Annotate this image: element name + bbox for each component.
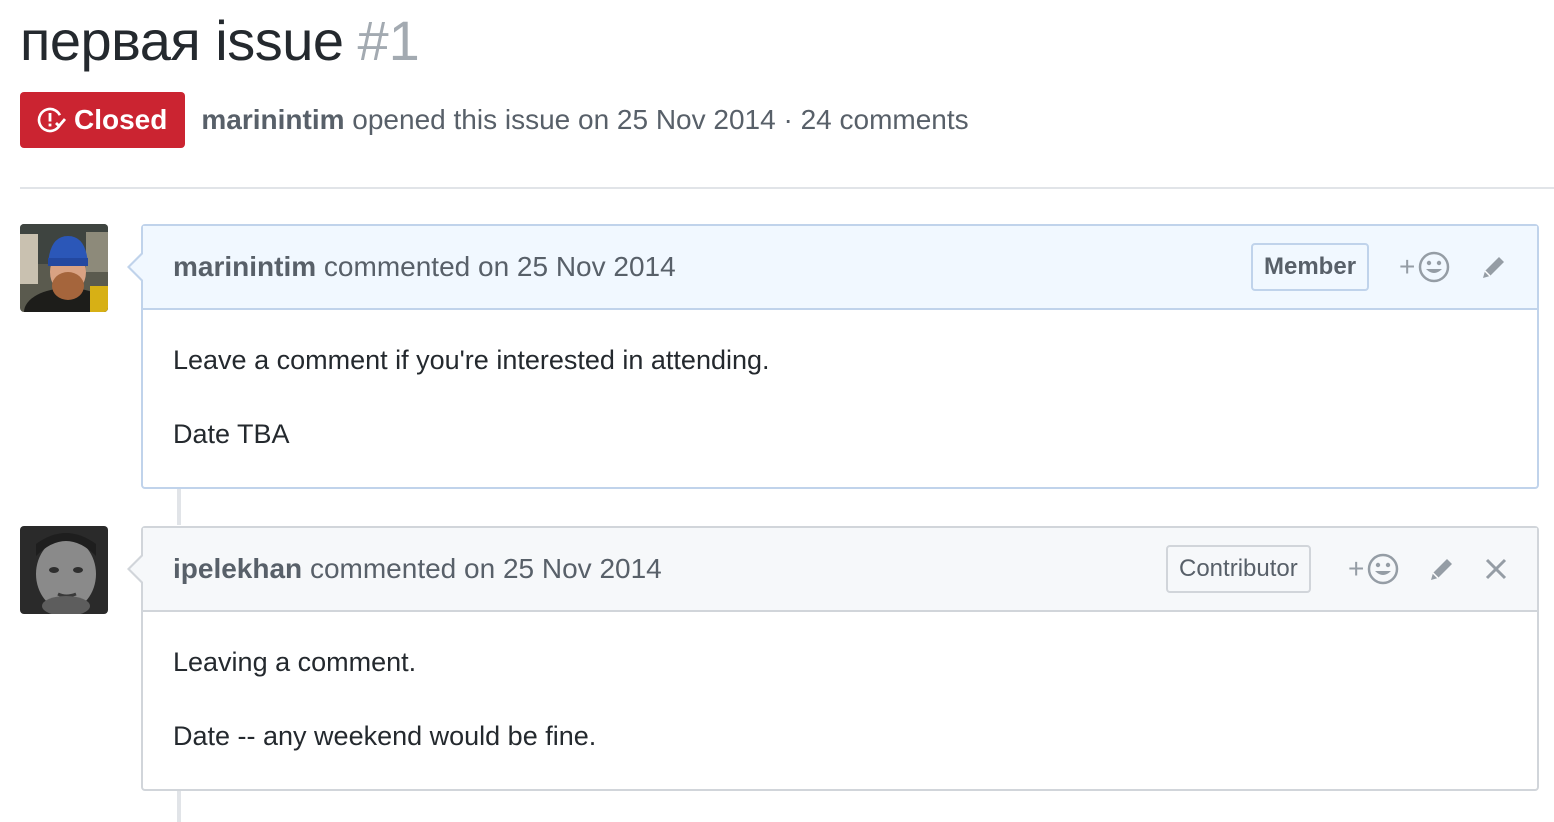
avatar-marinintim[interactable] (20, 224, 108, 312)
comment-1-body: Leave a comment if you're interested in … (143, 310, 1537, 483)
member-label: Member (1251, 243, 1370, 291)
delete-x-icon[interactable] (1484, 550, 1508, 588)
timeline-connector (177, 489, 181, 525)
comment-caret (127, 252, 143, 282)
comment-body-paragraph: Leaving a comment. (173, 647, 417, 677)
contributor-label: Contributor (1166, 545, 1311, 593)
add-reaction-icon[interactable]: + (1399, 248, 1451, 286)
issue-title: первая issue (20, 9, 344, 72)
issue-closed-icon (37, 107, 66, 133)
comment-1-meta: marinintim commented on 25 Nov 2014 (173, 251, 676, 283)
issue-opened-text: marinintim opened this issue on 25 Nov 2… (201, 104, 968, 136)
edit-pencil-icon[interactable] (1427, 550, 1457, 588)
comment-body-paragraph: Date -- any weekend would be fine. (173, 721, 597, 751)
comment-2: ipelekhan commented on 25 Nov 2014 Contr… (127, 526, 1539, 791)
add-reaction-icon[interactable]: + (1348, 550, 1400, 588)
comment-caret (127, 554, 143, 584)
edit-pencil-icon[interactable] (1479, 248, 1509, 286)
comment-1-author-link[interactable]: marinintim (173, 251, 316, 282)
comment-body-paragraph: Date TBA (173, 419, 290, 449)
comment-1-header: marinintim commented on 25 Nov 2014 Memb… (127, 226, 1537, 310)
state-label: Closed (74, 104, 168, 135)
comment-2-header: ipelekhan commented on 25 Nov 2014 Contr… (127, 528, 1537, 612)
state-badge: Closed (20, 92, 186, 148)
issue-meta: Closed marinintim opened this issue on 2… (20, 92, 969, 148)
issue-number: #1 (357, 9, 420, 72)
comment-2-author-link[interactable]: ipelekhan (173, 553, 302, 584)
comment-1-timestamp[interactable]: commented on 25 Nov 2014 (324, 251, 676, 282)
comment-1: marinintim commented on 25 Nov 2014 Memb… (127, 224, 1539, 489)
comment-body-paragraph: Leave a comment if you're interested in … (173, 345, 770, 375)
issue-author-link[interactable]: marinintim (201, 104, 344, 135)
avatar-ipelekhan[interactable] (20, 526, 108, 614)
comment-2-body: Leaving a comment. Date -- any weekend w… (143, 612, 1537, 785)
issue-title-row: первая issue #1 (20, 8, 420, 78)
timeline-connector (177, 791, 181, 822)
comment-2-timestamp[interactable]: commented on 25 Nov 2014 (310, 553, 662, 584)
issue-opened-detail: opened this issue on 25 Nov 2014 · 24 co… (352, 104, 969, 135)
comment-2-meta: ipelekhan commented on 25 Nov 2014 (173, 553, 662, 585)
header-divider (20, 187, 1554, 189)
